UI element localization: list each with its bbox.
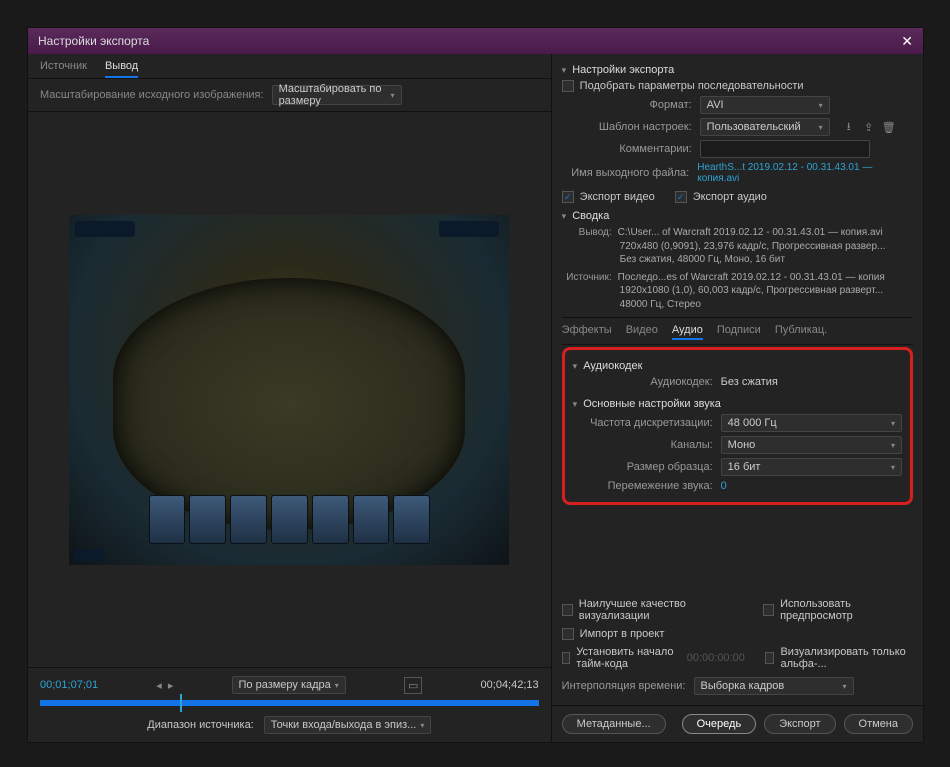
tab-source[interactable]: Источник bbox=[40, 60, 87, 78]
summary-source-label: Источник: bbox=[562, 271, 612, 285]
summary-output-text: C:\User... of Warcraft 2019.02.12 - 00.3… bbox=[618, 227, 886, 265]
preview-tabs: Источник Вывод bbox=[28, 54, 551, 79]
scale-value: Масштабировать по размеру bbox=[279, 83, 391, 107]
dialog-buttons: Метаданные... Очередь Экспорт Отмена bbox=[552, 705, 923, 742]
titlebar: Настройки экспорта ✕ bbox=[28, 28, 923, 54]
preset-dropdown[interactable]: Пользовательский bbox=[700, 118, 830, 136]
metadata-button[interactable]: Метаданные... bbox=[562, 714, 666, 734]
close-icon[interactable]: ✕ bbox=[901, 33, 913, 50]
set-start-label: Установить начало тайм-кода bbox=[576, 646, 676, 670]
export-video-label: Экспорт видео bbox=[580, 191, 655, 203]
audio-settings-highlight: ▾Аудиокодек Аудиокодек: Без сжатия ▾Осно… bbox=[562, 347, 913, 505]
match-sequence-label: Подобрать параметры последовательности bbox=[580, 80, 804, 92]
alpha-only-label: Визуализировать только альфа-... bbox=[780, 646, 913, 670]
chevron-down-icon bbox=[891, 461, 895, 473]
export-button[interactable]: Экспорт bbox=[764, 714, 835, 734]
chevron-down-icon bbox=[891, 439, 895, 451]
export-settings-header[interactable]: ▾Настройки экспорта bbox=[562, 64, 913, 76]
import-preset-icon[interactable]: ⇪ bbox=[862, 120, 876, 134]
max-quality-checkbox[interactable] bbox=[562, 604, 573, 616]
interleave-label: Перемежение звука: bbox=[573, 480, 713, 492]
audio-codec-header[interactable]: ▾Аудиокодек bbox=[573, 360, 902, 372]
range-dropdown[interactable]: Точки входа/выхода в эпиз... bbox=[264, 716, 432, 734]
basic-audio-header[interactable]: ▾Основные настройки звука bbox=[573, 398, 902, 410]
settings-panel: ▾Настройки экспорта Подобрать параметры … bbox=[552, 54, 923, 742]
alpha-only-checkbox[interactable] bbox=[765, 652, 775, 664]
output-name-label: Имя выходного файла: bbox=[562, 167, 690, 179]
comments-label: Комментарии: bbox=[562, 143, 692, 155]
summary-source-text: Последо...es of Warcraft 2019.02.12 - 00… bbox=[618, 272, 885, 310]
interleave-value[interactable]: 0 bbox=[721, 480, 727, 492]
export-audio-checkbox[interactable]: ✓ bbox=[675, 191, 687, 203]
tab-audio[interactable]: Аудио bbox=[672, 322, 703, 340]
chevron-down-icon bbox=[891, 417, 895, 429]
export-audio-label: Экспорт аудио bbox=[693, 191, 767, 203]
preset-label: Шаблон настроек: bbox=[562, 121, 692, 133]
tab-effects[interactable]: Эффекты bbox=[562, 322, 612, 340]
step-back-icon[interactable]: ◂ bbox=[156, 679, 162, 692]
output-name-link[interactable]: HearthS...t 2019.02.12 - 00.31.43.01 — к… bbox=[697, 162, 913, 184]
step-fwd-icon[interactable]: ▸ bbox=[168, 679, 174, 692]
sample-rate-label: Частота дискретизации: bbox=[573, 417, 713, 429]
sample-size-dropdown[interactable]: 16 бит bbox=[721, 458, 902, 476]
summary-header[interactable]: ▾Сводка bbox=[562, 210, 913, 222]
channels-dropdown[interactable]: Моно bbox=[721, 436, 902, 454]
settings-tabs: Эффекты Видео Аудио Подписи Публикац. bbox=[562, 317, 913, 345]
timeline: 00;01;07;01 ◂ ▸ По размеру кадра ▭ 00;04… bbox=[28, 667, 551, 742]
preview-panel: Источник Вывод Масштабирование исходного… bbox=[28, 54, 552, 742]
chevron-down-icon bbox=[391, 89, 395, 101]
set-start-time: 00:00:00:00 bbox=[687, 652, 745, 664]
bottom-options: Наилучшее качество визуализации Использо… bbox=[552, 595, 923, 705]
video-preview bbox=[69, 215, 509, 565]
max-quality-label: Наилучшее качество визуализации bbox=[579, 598, 743, 622]
chevron-down-icon bbox=[420, 719, 424, 731]
comments-input[interactable] bbox=[700, 140, 870, 158]
import-project-checkbox[interactable] bbox=[562, 628, 574, 640]
format-dropdown[interactable]: AVI bbox=[700, 96, 830, 114]
chevron-down-icon bbox=[843, 680, 847, 692]
save-preset-icon[interactable]: ⭳ bbox=[842, 120, 856, 134]
match-sequence-checkbox[interactable] bbox=[562, 80, 574, 92]
interp-label: Интерполяция времени: bbox=[562, 680, 686, 692]
chevron-down-icon bbox=[819, 121, 823, 133]
cancel-button[interactable]: Отмена bbox=[844, 714, 913, 734]
range-label: Диапазон источника: bbox=[147, 719, 253, 731]
dialog-title: Настройки экспорта bbox=[38, 34, 149, 48]
sample-rate-dropdown[interactable]: 48 000 Гц bbox=[721, 414, 902, 432]
fit-dropdown[interactable]: По размеру кадра bbox=[232, 676, 346, 694]
export-video-checkbox[interactable]: ✓ bbox=[562, 191, 574, 203]
in-timecode[interactable]: 00;01;07;01 bbox=[40, 679, 98, 691]
audio-codec-label: Аудиокодек: bbox=[573, 376, 713, 388]
tab-output[interactable]: Вывод bbox=[105, 60, 138, 78]
fit-value: По размеру кадра bbox=[239, 679, 331, 691]
import-project-label: Импорт в проект bbox=[580, 628, 665, 640]
out-timecode[interactable]: 00;04;42;13 bbox=[481, 679, 539, 691]
scale-dropdown[interactable]: Масштабировать по размеру bbox=[272, 85, 402, 105]
delete-preset-icon[interactable]: 🗑 bbox=[882, 120, 896, 134]
aspect-icon[interactable]: ▭ bbox=[404, 677, 422, 694]
format-label: Формат: bbox=[562, 99, 692, 111]
chevron-down-icon bbox=[819, 99, 823, 111]
audio-codec-value: Без сжатия bbox=[721, 376, 778, 388]
summary-output-label: Вывод: bbox=[562, 226, 612, 240]
tab-captions[interactable]: Подписи bbox=[717, 322, 761, 340]
scale-label: Масштабирование исходного изображения: bbox=[40, 89, 264, 101]
set-start-checkbox[interactable] bbox=[562, 652, 571, 664]
use-previews-label: Использовать предпросмотр bbox=[780, 598, 913, 622]
queue-button[interactable]: Очередь bbox=[682, 714, 757, 734]
sample-size-label: Размер образца: bbox=[573, 461, 713, 473]
chevron-down-icon bbox=[335, 679, 339, 691]
interp-dropdown[interactable]: Выборка кадров bbox=[694, 677, 854, 695]
tab-video[interactable]: Видео bbox=[626, 322, 658, 340]
tab-publish[interactable]: Публикац. bbox=[775, 322, 827, 340]
range-value: Точки входа/выхода в эпиз... bbox=[271, 719, 417, 731]
export-settings-dialog: Настройки экспорта ✕ Источник Вывод Масш… bbox=[27, 27, 924, 743]
timeline-bar[interactable] bbox=[40, 700, 539, 706]
use-previews-checkbox[interactable] bbox=[763, 604, 774, 616]
channels-label: Каналы: bbox=[573, 439, 713, 451]
